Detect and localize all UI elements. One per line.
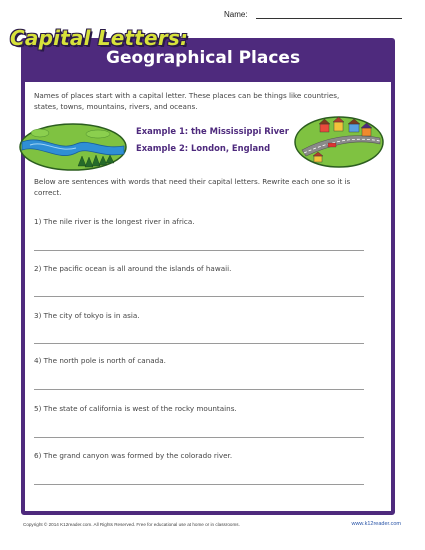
- name-label: Name:: [224, 10, 248, 19]
- site-link[interactable]: www.k12reader.com: [351, 521, 401, 527]
- question-5: 5) The state of california is west of th…: [34, 404, 237, 413]
- answer-line-6[interactable]: [34, 484, 364, 485]
- river-landscape-icon: [18, 122, 128, 176]
- name-line[interactable]: [255, 10, 402, 19]
- town-road-icon: [294, 116, 384, 172]
- answer-line-4[interactable]: [34, 389, 364, 390]
- name-field: Name:: [224, 10, 402, 19]
- intro-text: Names of places start with a capital let…: [34, 91, 340, 111]
- answer-line-1[interactable]: [34, 250, 364, 251]
- example-1: Example 1: the Mississippi River: [136, 126, 289, 136]
- copyright-text: Copyright © 2014 K12reader.com. All Righ…: [23, 522, 240, 527]
- question-3: 3) The city of tokyo is in asia.: [34, 311, 140, 320]
- answer-line-5[interactable]: [34, 437, 364, 438]
- question-6: 6) The grand canyon was formed by the co…: [34, 451, 233, 460]
- answer-line-2[interactable]: [34, 296, 364, 297]
- question-4: 4) The north pole is north of canada.: [34, 356, 166, 365]
- question-2: 2) The pacific ocean is all around the i…: [34, 264, 232, 273]
- question-1: 1) The nile river is the longest river i…: [34, 217, 195, 226]
- answer-line-3[interactable]: [34, 343, 364, 344]
- example-2: Example 2: London, England: [136, 143, 271, 153]
- page-subtitle: Geographical Places: [106, 48, 301, 68]
- instructions: Below are sentences with words that need…: [34, 177, 351, 197]
- page-title: Capital Letters:: [10, 26, 189, 50]
